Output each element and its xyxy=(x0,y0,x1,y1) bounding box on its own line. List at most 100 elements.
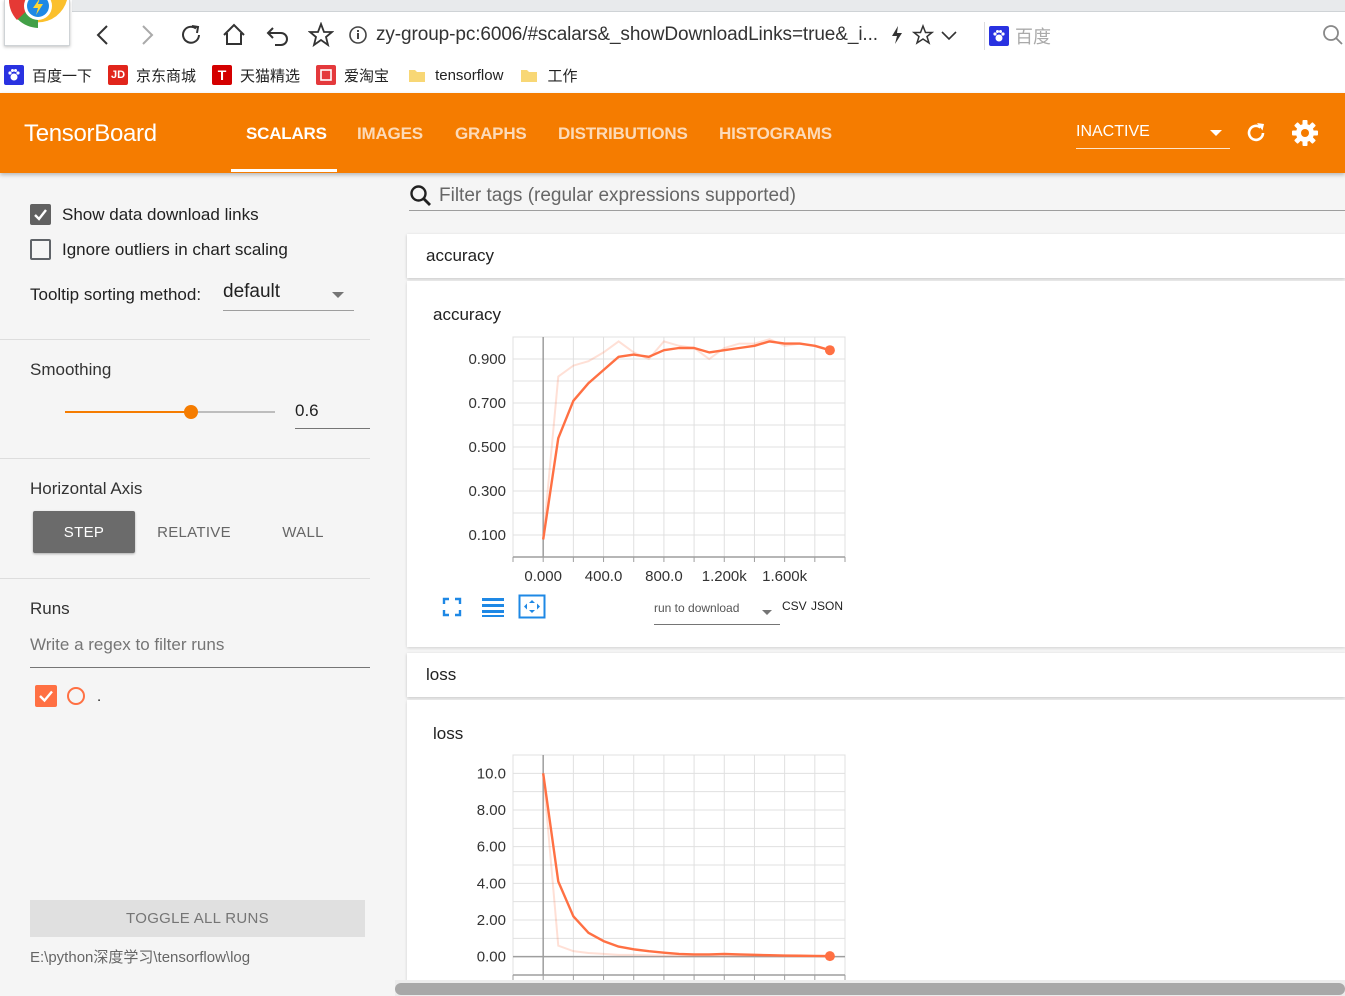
tab-distributions[interactable]: DISTRIBUTIONS xyxy=(558,124,688,144)
category-name: accuracy xyxy=(426,246,495,265)
show-download-links-option[interactable]: Show data download links xyxy=(30,204,259,225)
ignore-outliers-label: Ignore outliers in chart scaling xyxy=(62,239,288,259)
settings-gear-icon[interactable] xyxy=(1291,119,1319,147)
ignore-outliers-option[interactable]: Ignore outliers in chart scaling xyxy=(30,239,288,260)
tab-graphs[interactable]: GRAPHS xyxy=(455,124,527,144)
tab-images[interactable]: IMAGES xyxy=(357,124,423,144)
browser-toolbar: zy-group-pc:6006/#scalars&_showDownloadL… xyxy=(0,0,1345,57)
bookmark-tmall[interactable]: T 天猫精选 xyxy=(212,65,300,86)
search-engine-label: 百度 xyxy=(1015,27,1051,47)
ignore-outliers-checkbox[interactable] xyxy=(30,239,51,260)
scrollbar-thumb[interactable] xyxy=(395,983,1345,995)
bookmark-star-icon[interactable] xyxy=(911,24,934,46)
undo-close-tab-button[interactable] xyxy=(261,18,295,52)
info-icon xyxy=(349,26,367,44)
runs-filter-input[interactable]: Write a regex to filter runs xyxy=(30,635,370,668)
axis-step-button[interactable]: STEP xyxy=(33,511,135,553)
bookmark-jd[interactable]: JD 京东商城 xyxy=(108,65,196,86)
tab-scalars[interactable]: SCALARS xyxy=(246,124,327,144)
bookmark-work[interactable]: 工作 xyxy=(519,65,577,86)
y-tick-label: 6.00 xyxy=(477,839,506,856)
run-to-download-select[interactable]: run to download xyxy=(654,601,780,625)
loss-chart[interactable]: 0.00 2.00 4.00 6.00 8.00 10.0 xyxy=(407,700,867,996)
toggle-log-scale-icon[interactable] xyxy=(481,596,505,618)
favorite-button[interactable] xyxy=(304,18,338,52)
y-tick-label: 0.300 xyxy=(468,483,506,500)
tab-histograms[interactable]: HISTOGRAMS xyxy=(719,124,832,144)
show-download-links-checkbox[interactable] xyxy=(30,204,51,225)
last-point-marker xyxy=(824,345,835,356)
last-point-marker xyxy=(824,951,835,962)
home-button[interactable] xyxy=(217,18,251,52)
reload-icon[interactable] xyxy=(1243,120,1269,146)
axis-wall-button[interactable]: WALL xyxy=(253,511,353,553)
y-tick-label: 0.100 xyxy=(468,527,506,544)
bookmark-label: 京东商城 xyxy=(136,67,197,85)
bookmark-baidu[interactable]: 百度一下 xyxy=(4,65,92,86)
y-tick-label: 10.0 xyxy=(477,765,506,782)
bookmarks-bar: 百度一下 JD 京东商城 T 天猫精选 爱淘宝 tensorflow 工作 xyxy=(0,57,1345,93)
download-json-link[interactable]: JSON xyxy=(811,599,843,613)
x-tick-label: 400.0 xyxy=(585,568,623,585)
category-header-accuracy[interactable]: accuracy xyxy=(407,234,1345,278)
smoothing-slider-knob[interactable] xyxy=(184,405,198,419)
tag-filter-placeholder: Filter tags (regular expressions support… xyxy=(439,184,796,206)
tooltip-sorting-label: Tooltip sorting method: xyxy=(30,285,202,304)
run-item: . xyxy=(35,685,101,707)
address-bar[interactable]: zy-group-pc:6006/#scalars&_showDownloadL… xyxy=(348,18,978,52)
y-tick-label: 0.00 xyxy=(477,949,506,966)
main-content: Filter tags (regular expressions support… xyxy=(395,173,1345,996)
toggle-all-runs-button[interactable]: TOGGLE ALL RUNS xyxy=(30,900,365,937)
arrow-left-icon xyxy=(96,25,108,45)
x-tick-label: 800.0 xyxy=(645,568,683,585)
search-icon[interactable] xyxy=(1322,24,1344,46)
paw-icon xyxy=(989,26,1009,46)
bookmark-label: 天猫精选 xyxy=(240,67,301,85)
category-header-loss[interactable]: loss xyxy=(407,653,1345,697)
run-color-picker[interactable] xyxy=(67,687,85,705)
folder-icon xyxy=(407,65,427,85)
search-engine-box[interactable]: 百度 xyxy=(984,22,1051,50)
chevron-down-icon[interactable] xyxy=(938,24,960,46)
divider xyxy=(0,339,370,340)
smoothing-heading: Smoothing xyxy=(30,360,112,379)
y-tick-label: 8.00 xyxy=(477,802,506,819)
bookmark-label: 爱淘宝 xyxy=(344,67,390,85)
inactive-plugins-dropdown[interactable]: INACTIVE xyxy=(1076,123,1230,149)
tensorboard-header: TensorBoard SCALARS IMAGES GRAPHS DISTRI… xyxy=(0,93,1345,173)
sidebar: Show data download links Ignore outliers… xyxy=(0,173,395,996)
divider xyxy=(0,458,370,459)
star-icon xyxy=(308,22,334,48)
bookmark-tensorflow[interactable]: tensorflow xyxy=(407,65,503,85)
axis-relative-button[interactable]: RELATIVE xyxy=(143,511,245,553)
browser-logo[interactable] xyxy=(4,0,70,46)
app-title: TensorBoard xyxy=(24,120,157,147)
run-checkbox[interactable] xyxy=(35,685,57,707)
fullscreen-icon[interactable] xyxy=(442,597,462,617)
horizontal-axis-heading: Horizontal Axis xyxy=(30,479,143,498)
y-tick-label: 0.500 xyxy=(468,439,506,456)
fit-domain-icon[interactable] xyxy=(518,594,546,619)
horizontal-scrollbar[interactable] xyxy=(395,980,1345,996)
back-button[interactable] xyxy=(86,18,120,52)
smoothing-slider[interactable] xyxy=(65,405,275,419)
url-text[interactable]: zy-group-pc:6006/#scalars&_showDownloadL… xyxy=(376,24,878,46)
bookmark-taobao[interactable]: 爱淘宝 xyxy=(316,65,389,86)
tag-filter-input[interactable]: Filter tags (regular expressions support… xyxy=(409,181,1345,211)
y-tick-label: 2.00 xyxy=(477,912,506,929)
tooltip-sorting-select[interactable]: default xyxy=(223,281,354,311)
refresh-button[interactable] xyxy=(174,18,208,52)
browser-logo-icon xyxy=(9,0,67,28)
log-directory: E:\python深度学习\tensorflow\log xyxy=(30,949,251,966)
y-tick-label: 4.00 xyxy=(477,875,506,892)
accuracy-chart[interactable]: 0.100 0.300 0.500 0.700 0.900 0.000 400.0 800.0… xyxy=(407,281,867,591)
smoothing-input[interactable]: 0.6 xyxy=(295,401,370,429)
runs-filter-placeholder: Write a regex to filter runs xyxy=(30,635,225,654)
forward-button[interactable] xyxy=(130,18,164,52)
lightning-icon[interactable] xyxy=(886,24,908,46)
checkmark-icon xyxy=(39,690,53,703)
caret-down-icon xyxy=(762,610,772,615)
download-csv-link[interactable]: CSV xyxy=(782,599,807,613)
tab-strip xyxy=(72,0,1345,12)
smoothing-slider-fill xyxy=(65,411,191,413)
